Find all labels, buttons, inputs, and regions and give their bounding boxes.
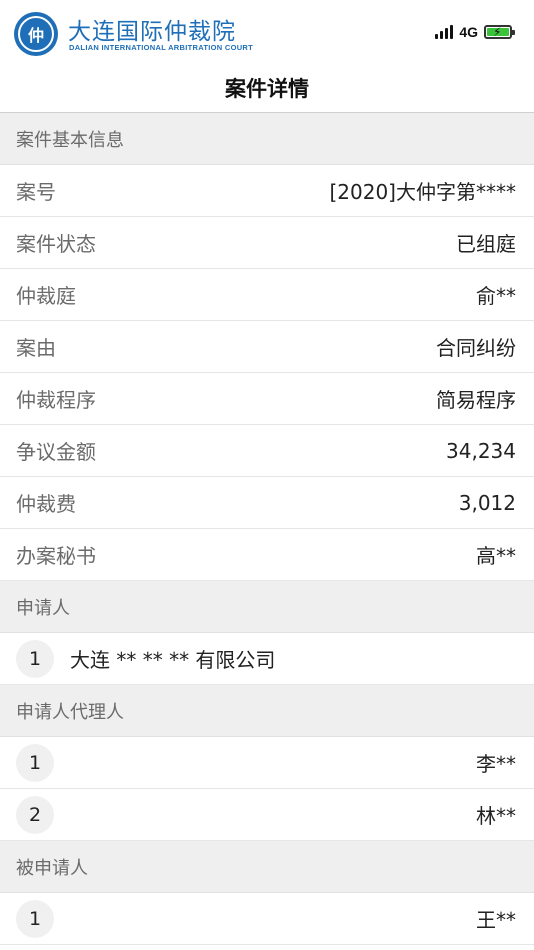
respondent-name: 王** xyxy=(476,908,516,932)
row-value: [2020]大仲字第**** xyxy=(329,180,516,204)
row-value: 简易程序 xyxy=(436,388,516,412)
section-header-applicant: 申请人 xyxy=(0,581,534,633)
info-row-tribunal: 仲裁庭 俞** xyxy=(0,269,534,321)
info-row-procedure: 仲裁程序 简易程序 xyxy=(0,373,534,425)
top-bar: 仲 大连国际仲裁院 DALIAN INTERNATIONAL ARBITRATI… xyxy=(0,0,534,64)
section-header-respondent: 被申请人 xyxy=(0,841,534,893)
row-label: 案号 xyxy=(16,180,56,204)
agent-name: 李** xyxy=(476,752,516,776)
list-item-applicant-agent[interactable]: 1 李** xyxy=(0,737,534,789)
list-item-applicant-agent[interactable]: 2 林** xyxy=(0,789,534,841)
section-header-basic-info: 案件基本信息 xyxy=(0,113,534,165)
list-item-respondent[interactable]: 1 王** xyxy=(0,893,534,945)
index-badge: 1 xyxy=(16,899,54,938)
index-badge: 2 xyxy=(16,795,54,834)
info-row-case-secretary: 办案秘书 高** xyxy=(0,529,534,581)
row-value: 34,234 xyxy=(446,438,516,463)
row-value: 高** xyxy=(476,544,516,568)
section-header-applicant-agent: 申请人代理人 xyxy=(0,685,534,737)
row-value: 已组庭 xyxy=(456,232,516,256)
signal-icon xyxy=(435,25,454,39)
row-label: 案件状态 xyxy=(16,232,96,256)
row-label: 仲裁程序 xyxy=(16,388,96,412)
info-row-arbitration-fee: 仲裁费 3,012 xyxy=(0,477,534,529)
battery-icon: ⚡ xyxy=(484,25,515,39)
info-row-dispute-amount: 争议金额 34,234 xyxy=(0,425,534,477)
row-label: 案由 xyxy=(16,336,56,360)
row-label: 仲裁庭 xyxy=(16,284,76,308)
row-value: 3,012 xyxy=(458,490,516,515)
applicant-name: 大连 ** ** ** 有限公司 xyxy=(70,648,276,672)
row-label: 办案秘书 xyxy=(16,544,96,568)
brand-name-cn: 大连国际仲裁院 xyxy=(68,19,236,45)
status-bar: 4G ⚡ xyxy=(435,24,515,40)
page-title: 案件详情 xyxy=(225,77,309,101)
nav-bar: 案件详情 xyxy=(0,64,534,113)
list-item-applicant[interactable]: 1 大连 ** ** ** 有限公司 xyxy=(0,633,534,685)
brand-name-en: DALIAN INTERNATIONAL ARBITRATION COURT xyxy=(69,43,254,52)
index-badge: 1 xyxy=(16,639,54,678)
info-row-case-status: 案件状态 已组庭 xyxy=(0,217,534,269)
logo-emblem-icon: 仲 xyxy=(18,16,54,52)
info-row-case-number: 案号 [2020]大仲字第**** xyxy=(0,165,534,217)
row-label: 争议金额 xyxy=(16,440,96,464)
court-logo: 仲 xyxy=(14,12,58,56)
index-badge: 1 xyxy=(16,743,54,782)
network-type: 4G xyxy=(459,24,478,40)
row-value: 俞** xyxy=(476,284,516,308)
agent-name: 林** xyxy=(476,804,516,828)
row-value: 合同纠纷 xyxy=(436,336,516,360)
info-row-cause: 案由 合同纠纷 xyxy=(0,321,534,373)
row-label: 仲裁费 xyxy=(16,492,76,516)
